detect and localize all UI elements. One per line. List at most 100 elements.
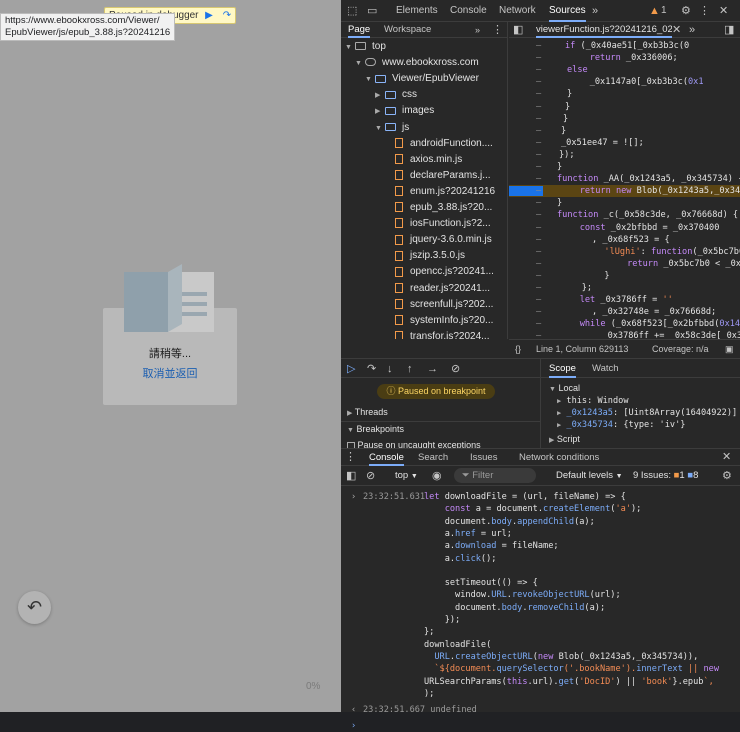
deactivate-breakpoints-icon[interactable]: ⊘ — [451, 362, 460, 376]
more-tabs-icon[interactable]: » — [592, 4, 598, 18]
more-options-icon[interactable]: ⋮ — [492, 23, 503, 37]
log-levels-dropdown[interactable]: Default levels ▼ — [556, 470, 623, 481]
breakpoints-section[interactable]: ▼ Breakpoints — [347, 423, 404, 435]
context-selector[interactable]: top ▼ — [395, 470, 418, 481]
live-expression-icon[interactable]: ◉ — [432, 469, 442, 483]
clear-console-icon[interactable]: ⊘ — [366, 469, 375, 483]
scope-var-data[interactable]: ▶ _0x1243a5: [Uint8Array(16404922)] — [557, 407, 737, 419]
tab-scope[interactable]: Scope — [549, 359, 576, 378]
resume-icon[interactable]: ▷ — [347, 362, 355, 376]
line-gutter[interactable]: – — [536, 197, 541, 209]
step-over-icon[interactable]: ↷ — [367, 362, 376, 376]
cancel-and-return-link[interactable]: 取消並返回 — [103, 365, 237, 381]
tab-sources[interactable]: Sources — [549, 0, 586, 22]
line-gutter[interactable]: – — [536, 234, 541, 246]
tree-item[interactable]: ▼ www.ebookxross.com — [341, 55, 507, 71]
line-gutter[interactable]: – — [536, 52, 541, 64]
tab-workspace[interactable]: Workspace — [384, 22, 431, 38]
line-gutter[interactable]: – — [536, 258, 541, 270]
close-tab-icon[interactable]: ✕ — [672, 23, 681, 37]
tab-issues[interactable]: Issues — [470, 449, 497, 466]
tab-elements[interactable]: Elements — [396, 0, 438, 22]
line-gutter[interactable]: – — [536, 306, 541, 318]
tree-item[interactable]: ▶ images — [341, 103, 507, 119]
pause-uncaught-checkbox[interactable]: Pause on uncaught exceptions — [347, 439, 481, 448]
tab-network-conditions[interactable]: Network conditions — [519, 449, 599, 466]
issues-counter[interactable]: 9 Issues: ■1 ■8 — [633, 470, 698, 481]
line-gutter[interactable]: – — [536, 185, 541, 197]
line-gutter[interactable]: – — [536, 149, 541, 161]
tree-item[interactable]: androidFunction.... — [341, 136, 507, 152]
tree-item[interactable]: reader.js?20241... — [341, 281, 507, 297]
step-out-icon[interactable]: ↑ — [407, 362, 413, 376]
line-gutter[interactable]: – — [536, 318, 541, 330]
scope-local[interactable]: ▼ Local — [549, 382, 580, 394]
settings-icon[interactable]: ⚙ — [681, 4, 691, 18]
more-tabs-icon[interactable]: » — [475, 23, 480, 37]
tree-item[interactable]: declareParams.j... — [341, 168, 507, 184]
line-gutter[interactable]: – — [536, 282, 541, 294]
more-options-icon[interactable]: ⋮ — [699, 4, 710, 18]
toggle-navigator-icon[interactable]: ◧ — [513, 23, 523, 37]
line-gutter[interactable]: – — [536, 125, 541, 137]
close-drawer-icon[interactable]: ✕ — [722, 450, 731, 464]
line-gutter[interactable]: – — [536, 101, 541, 113]
line-gutter[interactable]: – — [536, 113, 541, 125]
step-into-icon[interactable]: ↓ — [387, 362, 393, 376]
toggle-drawer-icon[interactable]: ▣ — [725, 340, 734, 358]
scope-script[interactable]: ▶ Script — [549, 433, 580, 445]
tab-console[interactable]: Console — [369, 449, 404, 466]
line-gutter[interactable]: – — [536, 64, 541, 76]
tab-console[interactable]: Console — [450, 0, 487, 22]
line-gutter[interactable]: – — [536, 173, 541, 185]
step-over-icon[interactable]: ↷ — [220, 9, 234, 22]
close-icon[interactable]: ✕ — [719, 4, 728, 18]
warning-icon[interactable]: ▲ — [649, 4, 660, 18]
line-gutter[interactable]: – — [536, 222, 541, 234]
console-filter-input[interactable]: ⏷ Filter — [454, 468, 536, 483]
tree-item[interactable]: jszip.3.5.0.js — [341, 248, 507, 264]
tree-item[interactable]: ▼ js — [341, 120, 507, 136]
inspect-element-icon[interactable]: ⬚ — [347, 4, 357, 18]
line-gutter[interactable]: – — [536, 270, 541, 282]
sidebar-icon[interactable]: ◧ — [346, 469, 356, 483]
scope-var-options[interactable]: ▶ _0x345734: {type: 'iv'} — [557, 419, 685, 431]
tree-item[interactable]: ▼ Viewer/EpubViewer — [341, 71, 507, 87]
back-button[interactable]: ↶ — [18, 591, 51, 624]
tab-search[interactable]: Search — [418, 449, 448, 466]
device-toolbar-icon[interactable]: ▭ — [367, 4, 377, 18]
line-gutter[interactable]: – — [536, 294, 541, 306]
tree-item[interactable]: systemInfo.js?20... — [341, 313, 507, 329]
tab-watch[interactable]: Watch — [592, 359, 619, 378]
line-gutter[interactable]: – — [536, 209, 541, 221]
line-gutter[interactable]: – — [536, 88, 541, 100]
pretty-print-icon[interactable]: {} — [515, 340, 521, 358]
tree-item[interactable]: screenfull.js?202... — [341, 297, 507, 313]
more-options-icon[interactable]: ⋮ — [345, 450, 356, 464]
tree-item[interactable]: epub_3.88.js?20... — [341, 200, 507, 216]
more-tabs-icon[interactable]: » — [689, 23, 695, 37]
resume-icon[interactable]: ▶ — [202, 9, 216, 22]
step-icon[interactable]: → — [427, 362, 438, 376]
line-gutter[interactable]: – — [536, 137, 541, 149]
line-gutter[interactable]: – — [536, 330, 541, 339]
line-gutter[interactable]: – — [536, 246, 541, 258]
settings-icon[interactable]: ⚙ — [722, 469, 732, 483]
tab-viewerfunction-js[interactable]: viewerFunction.js?20241216_02 — [536, 22, 672, 38]
tree-item[interactable]: iosFunction.js?2... — [341, 216, 507, 232]
tree-item[interactable]: enum.js?20241216 — [341, 184, 507, 200]
tree-item[interactable]: opencc.js?20241... — [341, 264, 507, 280]
tree-item[interactable]: jquery-3.6.0.min.js — [341, 232, 507, 248]
line-gutter[interactable]: – — [536, 76, 541, 88]
tree-item[interactable]: transfor.js?2024... — [341, 329, 507, 339]
tab-page[interactable]: Page — [348, 22, 371, 38]
tree-item[interactable]: ▼ top — [341, 39, 507, 55]
tree-item[interactable]: ▶ css — [341, 87, 507, 103]
tree-item[interactable]: axios.min.js — [341, 152, 507, 168]
threads-section[interactable]: ▶ Threads — [347, 406, 388, 418]
line-gutter[interactable]: – — [536, 40, 541, 52]
line-gutter[interactable]: – — [536, 161, 541, 173]
toggle-debugger-icon[interactable]: ◨ — [724, 23, 734, 37]
tab-network[interactable]: Network — [499, 0, 536, 22]
scope-this[interactable]: ▶ this: Window — [557, 395, 629, 407]
